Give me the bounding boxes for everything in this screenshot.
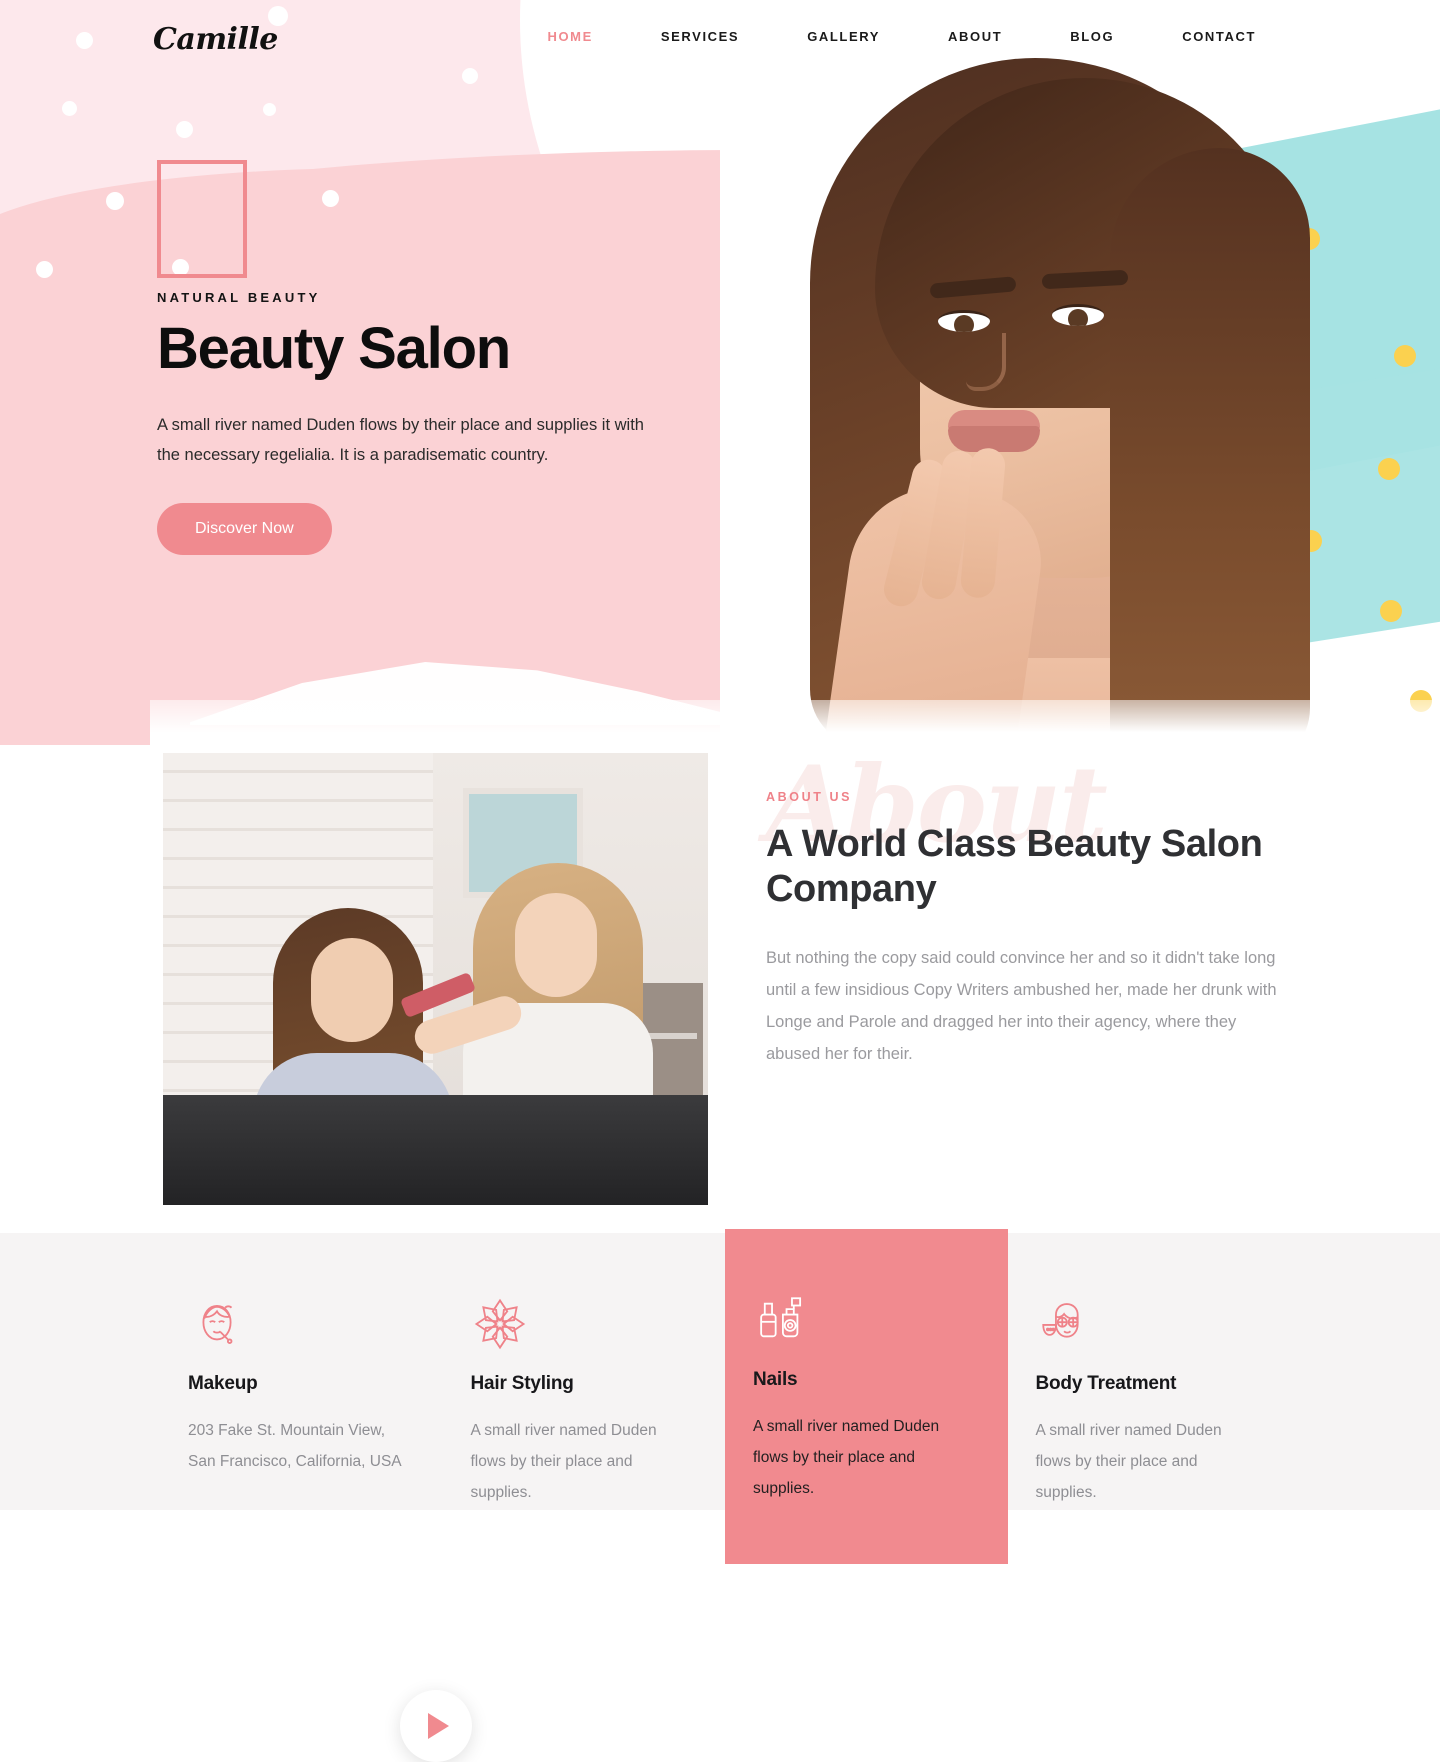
service-card-body-treatment[interactable]: Body Treatment A small river named Duden… — [1008, 1233, 1291, 1564]
service-description: A small river named Duden flows by their… — [1035, 1422, 1222, 1501]
service-card-makeup[interactable]: Makeup 203 Fake St. Mountain View, San F… — [160, 1233, 443, 1564]
play-video-button[interactable] — [400, 1690, 472, 1762]
portrait-nose — [966, 333, 1006, 391]
hero-content: NATURAL BEAUTY Beauty Salon A small rive… — [157, 160, 717, 555]
about-eyebrow: ABOUT US — [766, 790, 853, 804]
hero-photo-panel — [720, 0, 1440, 745]
play-icon — [428, 1713, 449, 1739]
about-content: About ABOUT US A World Class Beauty Salo… — [766, 752, 1286, 1070]
portrait-eye-left — [938, 310, 990, 332]
nav-item-services[interactable]: SERVICES — [627, 29, 773, 44]
service-name: Makeup — [188, 1373, 258, 1394]
service-card-hair-styling[interactable]: Hair Styling A small river named Duden f… — [443, 1233, 726, 1564]
service-description: A small river named Duden flows by their… — [470, 1422, 657, 1501]
nail-polish-icon — [760, 1297, 802, 1338]
main-navigation: HOME SERVICES GALLERY ABOUT BLOG CONTACT — [513, 29, 1290, 44]
service-name: Nails — [753, 1369, 798, 1390]
nav-item-about[interactable]: ABOUT — [914, 29, 1036, 44]
yellow-dot-decoration — [1394, 345, 1416, 367]
stylist-face — [515, 893, 597, 997]
dot-decoration — [36, 261, 53, 278]
portrait-iris-right — [1068, 309, 1088, 326]
portrait-hair-side — [1110, 148, 1310, 745]
hero-eyebrow: NATURAL BEAUTY — [157, 290, 321, 305]
hero-description: A small river named Duden flows by their… — [157, 415, 644, 465]
services-grid: Makeup 203 Fake St. Mountain View, San F… — [160, 1229, 1290, 1564]
portrait-eye-right — [1052, 304, 1104, 326]
site-header: Camille HOME SERVICES GALLERY ABOUT BLOG… — [0, 0, 1440, 78]
service-name: Hair Styling — [470, 1373, 574, 1394]
about-description: But nothing the copy said could convince… — [766, 948, 1277, 1064]
client-face — [311, 938, 393, 1042]
dot-decoration — [106, 192, 124, 210]
service-card-nails[interactable]: Nails A small river named Duden flows by… — [725, 1229, 1008, 1564]
service-name: Body Treatment — [1035, 1373, 1177, 1394]
nav-item-contact[interactable]: CONTACT — [1148, 29, 1290, 44]
nav-item-home[interactable]: HOME — [513, 29, 626, 44]
portrait-iris-left — [954, 315, 974, 332]
flower-mandala-icon — [474, 1298, 525, 1350]
hero-title: Beauty Salon — [157, 316, 511, 381]
dot-decoration — [176, 121, 193, 138]
about-section: About ABOUT US A World Class Beauty Salo… — [0, 745, 1440, 1762]
service-description: 203 Fake St. Mountain View, San Francisc… — [188, 1422, 402, 1470]
service-description: A small river named Duden flows by their… — [753, 1418, 940, 1497]
makeup-face-icon — [202, 1304, 233, 1344]
about-title: A World Class Beauty Salon Company — [766, 823, 1263, 910]
discover-now-button[interactable]: Discover Now — [157, 502, 332, 555]
site-logo[interactable]: Camille — [153, 22, 278, 57]
yellow-dot-decoration — [1378, 458, 1400, 480]
dot-decoration — [62, 101, 77, 116]
services-section: Makeup 203 Fake St. Mountain View, San F… — [0, 1229, 1440, 1564]
dot-decoration — [263, 103, 276, 116]
nav-item-gallery[interactable]: GALLERY — [773, 29, 914, 44]
hero-model-portrait — [780, 58, 1340, 745]
about-video-thumbnail[interactable] — [163, 753, 708, 1205]
spa-mask-face-icon — [1041, 1303, 1079, 1338]
salon-counter — [163, 1095, 708, 1205]
hero-bottom-fade-decoration — [150, 700, 1440, 745]
hero-section: Camille HOME SERVICES GALLERY ABOUT BLOG… — [0, 0, 1440, 745]
portrait-lower-lip — [948, 426, 1040, 452]
nav-item-blog[interactable]: BLOG — [1036, 29, 1148, 44]
hero-frame-decoration — [157, 160, 247, 278]
yellow-dot-decoration — [1380, 600, 1402, 622]
